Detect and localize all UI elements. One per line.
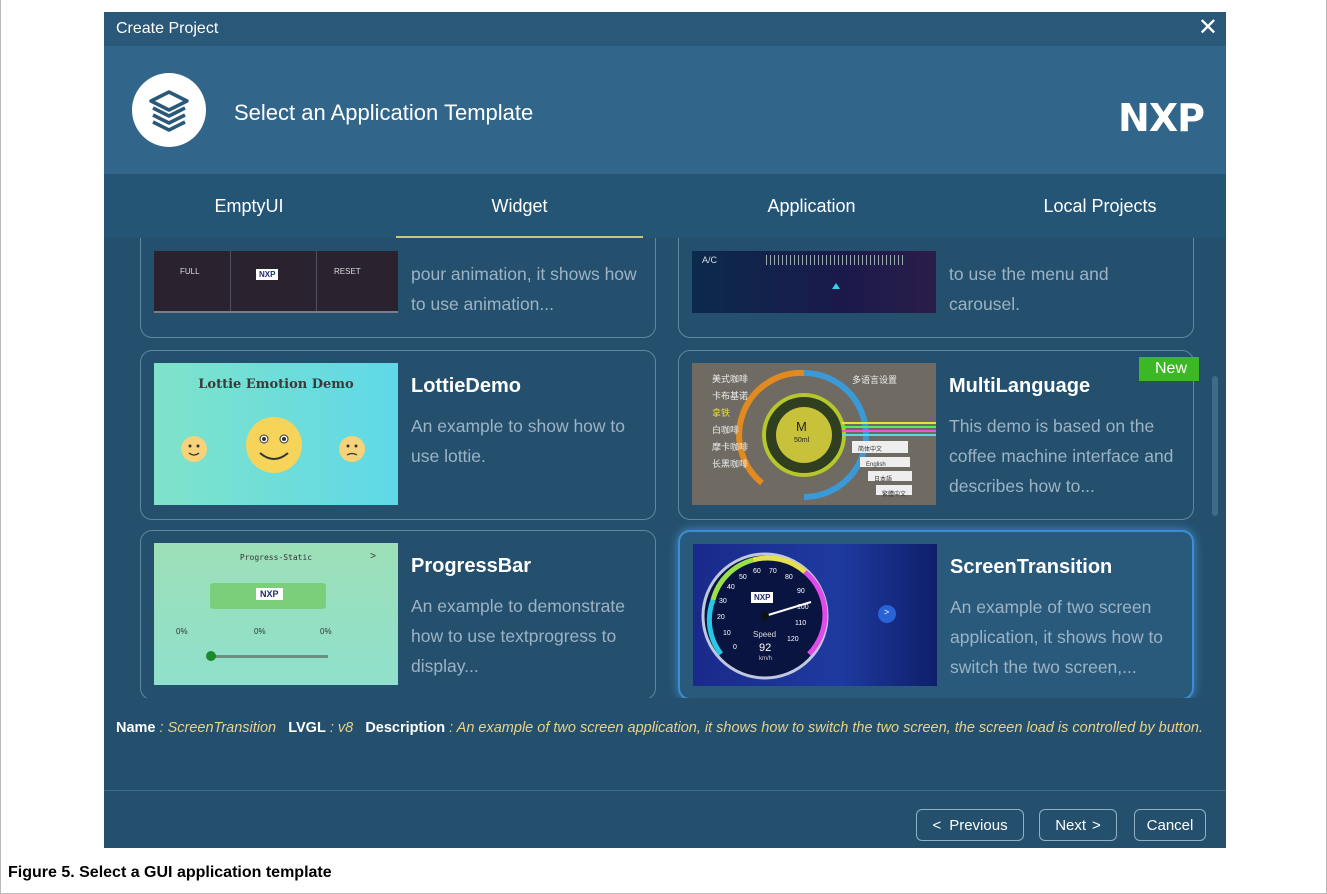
lvgl-value: v8 bbox=[337, 720, 354, 736]
card-description: An example of two screen application, it… bbox=[950, 597, 1164, 677]
card-title: ScreenTransition bbox=[950, 556, 1113, 578]
template-card-partial-right[interactable]: A/C to use the menu and carousel. bbox=[678, 238, 1194, 338]
template-tabs: EmptyUI Widget Application Local Project… bbox=[104, 174, 1226, 238]
layers-icon bbox=[149, 90, 189, 132]
tab-local-projects[interactable]: Local Projects bbox=[974, 174, 1226, 238]
new-badge: New bbox=[1138, 357, 1199, 381]
dialog-footer: < Previous Next > Cancel bbox=[104, 790, 1226, 848]
title-bar: Create Project ✕ bbox=[104, 12, 1226, 46]
chevron-right-icon: > bbox=[1092, 816, 1101, 834]
template-info: Name : ScreenTransition LVGL : v8 Descri… bbox=[116, 720, 1203, 736]
language-list: 简体中文 English 日本語 繁體中文 bbox=[858, 447, 907, 498]
card-title: MultiLanguage bbox=[949, 375, 1091, 397]
cancel-button[interactable]: Cancel bbox=[1134, 809, 1206, 841]
page-heading: Select an Application Template bbox=[234, 100, 534, 125]
card-thumbnail: FULL RESET NXP bbox=[154, 251, 398, 313]
vertical-scrollbar[interactable] bbox=[1212, 256, 1218, 688]
tab-application[interactable]: Application bbox=[684, 174, 939, 238]
window-title: Create Project bbox=[116, 20, 219, 37]
name-label: Name bbox=[116, 720, 156, 736]
card-thumbnail: 0 10 20 30 40 50 60 70 80 90 100 110 120… bbox=[693, 544, 937, 686]
chevron-left-icon: < bbox=[932, 816, 942, 834]
template-card-multilanguage[interactable]: 美式咖啡 卡布基诺 拿铁 白咖啡 摩卡咖啡 长黑咖啡 多语言设置 M 50ml … bbox=[678, 350, 1199, 520]
dialog-header: Select an Application Template NXP bbox=[104, 46, 1226, 174]
template-card-lottiedemo[interactable]: Lottie Emotion Demo LottieDemo An exampl… bbox=[140, 350, 656, 520]
name-value: ScreenTransition bbox=[167, 720, 277, 736]
emoji-faces bbox=[181, 417, 365, 473]
coffee-menu: 美式咖啡 卡布基诺 拿铁 白咖啡 摩卡咖啡 长黑咖啡 bbox=[712, 374, 749, 469]
close-icon[interactable]: ✕ bbox=[1198, 14, 1218, 42]
card-description: This demo is based on the coffee machine… bbox=[949, 416, 1174, 496]
template-card-screentransition[interactable]: 0 10 20 30 40 50 60 70 80 90 100 110 120… bbox=[678, 530, 1194, 698]
scrollbar-thumb[interactable] bbox=[1212, 376, 1218, 516]
figure-caption: Figure 5. Select a GUI application templ… bbox=[8, 864, 332, 881]
next-button[interactable]: Next > bbox=[1039, 809, 1117, 841]
card-description: An example to demonstrate how to use tex… bbox=[411, 596, 626, 676]
previous-button[interactable]: < Previous bbox=[916, 809, 1024, 841]
card-thumbnail: Progress-Static > NXP 0% 0% 0% bbox=[154, 543, 398, 685]
card-description: An example to show how to use lottie. bbox=[411, 416, 626, 466]
card-title: LottieDemo bbox=[411, 375, 521, 397]
card-thumbnail: A/C bbox=[692, 251, 936, 313]
description-label: Description bbox=[365, 720, 446, 736]
description-value: An example of two screen application, it… bbox=[456, 720, 1203, 736]
card-description: to use the menu and carousel. bbox=[949, 264, 1109, 314]
card-description: pour animation, it shows how to use anim… bbox=[411, 264, 637, 314]
card-thumbnail: Lottie Emotion Demo bbox=[154, 363, 398, 505]
template-card-progressbar[interactable]: Progress-Static > NXP 0% 0% 0% ProgressB… bbox=[140, 530, 656, 698]
template-card-partial-left[interactable]: FULL RESET NXP pour animation, it shows … bbox=[140, 238, 656, 338]
lvgl-label: LVGL bbox=[288, 720, 326, 736]
create-project-dialog: Create Project ✕ Select an Application T… bbox=[104, 12, 1226, 848]
card-thumbnail: 美式咖啡 卡布基诺 拿铁 白咖啡 摩卡咖啡 长黑咖啡 多语言设置 M 50ml … bbox=[692, 363, 936, 505]
layers-logo bbox=[132, 73, 206, 147]
speedometer-gauge bbox=[701, 552, 896, 680]
tab-widget[interactable]: Widget bbox=[396, 174, 643, 238]
template-list[interactable]: FULL RESET NXP pour animation, it shows … bbox=[104, 238, 1226, 698]
card-title: ProgressBar bbox=[411, 555, 532, 577]
nxp-logo: NXP bbox=[1118, 96, 1205, 140]
tab-emptyui[interactable]: EmptyUI bbox=[104, 174, 394, 238]
